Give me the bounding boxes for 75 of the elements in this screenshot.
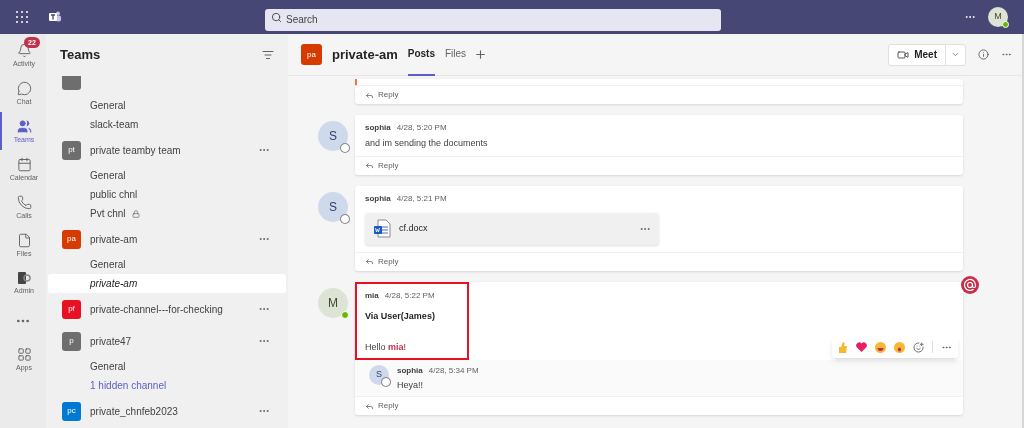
accent-bar <box>355 79 357 85</box>
user-avatar: S <box>318 121 348 151</box>
reply-link[interactable]: Reply <box>378 159 399 172</box>
video-camera-icon <box>897 48 910 61</box>
file-name: cf.docx <box>399 221 429 235</box>
team-name[interactable]: private-channel---for-checking <box>90 301 249 317</box>
lock-icon <box>131 209 140 218</box>
app-launcher-icon[interactable] <box>16 11 28 23</box>
team-avatar: pt <box>62 140 81 160</box>
heart-icon[interactable] <box>856 342 867 352</box>
user-avatar: S <box>318 191 348 222</box>
team-name[interactable]: private_chnfeb2023 <box>90 403 249 419</box>
channel-item[interactable]: General <box>48 166 286 185</box>
channel-item[interactable]: slack-team <box>48 115 286 134</box>
reply-icon <box>365 401 374 411</box>
reply-link[interactable]: Reply <box>378 400 399 412</box>
calendar-icon <box>16 156 32 172</box>
channel-title: private-am <box>332 45 398 64</box>
channel-item[interactable]: public chnl <box>48 185 286 204</box>
team-avatar: p <box>62 331 81 351</box>
admin-icon <box>17 271 31 285</box>
message-text: Heya!! <box>397 378 424 392</box>
info-icon[interactable] <box>978 49 989 60</box>
channel-item[interactable]: General <box>48 96 286 115</box>
channel-item[interactable]: 1 hidden channel <box>48 376 286 395</box>
message-subject: Via User(James) <box>365 309 436 323</box>
author-name: sophia <box>365 122 391 134</box>
tab[interactable]: Posts <box>407 33 435 76</box>
team-avatar: pa <box>62 229 81 249</box>
add-tab-icon[interactable] <box>474 48 488 61</box>
message-text: and im sending the documents <box>365 137 489 150</box>
files-icon <box>16 232 32 248</box>
reply-link[interactable]: Reply <box>378 89 399 101</box>
file-attachment[interactable]: cf.docx <box>365 212 659 245</box>
word-file-icon <box>373 219 392 238</box>
tab[interactable]: Files <box>445 33 467 76</box>
laughing-face-icon[interactable] <box>875 341 886 353</box>
reply-icon <box>365 257 374 266</box>
team-name[interactable]: private-am <box>90 231 249 247</box>
team-avatar: pf <box>62 299 81 319</box>
apps-icon <box>16 346 32 362</box>
search-icon <box>271 11 282 23</box>
calls-icon <box>16 194 32 210</box>
thumbs-up-icon[interactable] <box>838 341 848 353</box>
add-reaction-icon[interactable] <box>913 341 924 353</box>
timestamp: 4/28, 5:20 PM <box>396 122 447 134</box>
timestamp: 4/28, 5:21 PM <box>396 192 447 205</box>
filter-icon[interactable] <box>262 49 274 61</box>
chat-icon <box>16 80 32 96</box>
team-avatar: pc <box>62 401 81 421</box>
reply-link[interactable]: Reply <box>378 255 399 268</box>
author-name: sophia <box>397 364 423 377</box>
channel-item[interactable]: private-am <box>48 274 286 293</box>
timestamp: 4/28, 5:34 PM <box>428 364 479 377</box>
chevron-down-icon <box>951 50 960 59</box>
timestamp: 4/28, 5:22 PM <box>384 289 435 302</box>
author-name: sophia <box>365 192 391 205</box>
message-text: Hello mia! <box>365 341 408 354</box>
team-avatar: pa <box>301 44 322 65</box>
reply-icon <box>365 161 374 170</box>
user-avatar: M <box>318 287 348 318</box>
reply-icon <box>365 90 374 100</box>
channel-item[interactable]: Pvt chnl <box>48 204 286 223</box>
channel-item[interactable]: General <box>48 357 286 376</box>
user-avatar: S <box>369 364 389 385</box>
search-field[interactable]: Search <box>265 8 721 31</box>
author-name: mia <box>365 289 379 302</box>
team-name[interactable]: private teamby team <box>90 142 249 158</box>
channel-item[interactable]: General <box>48 255 286 274</box>
user-avatar[interactable]: M <box>988 7 1008 27</box>
teams-logo-icon <box>48 10 62 24</box>
surprised-face-icon[interactable] <box>894 341 905 353</box>
teams-icon <box>16 118 32 134</box>
panel-title: Teams <box>60 46 101 65</box>
team-name[interactable]: private47 <box>90 333 249 349</box>
